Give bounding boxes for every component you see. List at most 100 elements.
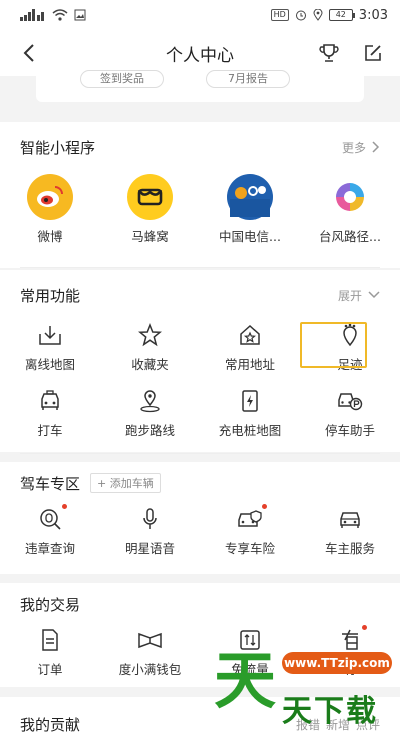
function-label: 打车: [37, 423, 63, 438]
offline-map-icon: [37, 322, 63, 348]
top-card-panel: 签到奖品 7月报告: [36, 70, 364, 102]
mini-program-label: 台风路径...: [319, 229, 381, 244]
mini-program-weibo[interactable]: 微博: [0, 174, 100, 245]
function-label: 跑步路线: [124, 423, 175, 438]
image-notification-icon: [74, 9, 86, 21]
china-telecom-icon: [227, 174, 273, 220]
mafengwo-icon: [127, 174, 173, 220]
mini-program-typhoon[interactable]: 台风路径...: [300, 174, 400, 245]
mini-programs-grid: 微博 马蜂窝 中国电信... 台风路径...: [0, 174, 400, 245]
drive-grid: 违章查询 明星语音 专享车险 车主服务: [0, 504, 400, 557]
signal-icon: [20, 9, 44, 21]
navigation-bar: 个人中心: [0, 30, 400, 76]
monthly-report-pill[interactable]: 7月报告: [206, 70, 290, 88]
order-icon: [37, 627, 63, 653]
sign-in-reward-pill[interactable]: 签到奖品: [80, 70, 164, 88]
drive-label: 专享车险: [224, 541, 275, 556]
common-row-2: 打车 跑步路线 充电桩地图 停车助手: [0, 388, 400, 439]
my-trades-header: 我的交易: [20, 593, 380, 615]
star-voice-button[interactable]: 明星语音: [100, 506, 200, 557]
status-bar: HD 42 3:03: [0, 0, 400, 30]
function-label: 常用地址: [224, 357, 275, 372]
drive-label: 违章查询: [24, 541, 75, 556]
section-divider: [20, 267, 380, 268]
section-divider: [20, 453, 380, 454]
drive-label: 车主服务: [324, 541, 375, 556]
mini-program-mafengwo[interactable]: 马蜂窝: [100, 174, 200, 245]
car-insurance-button[interactable]: 专享车险: [200, 504, 300, 557]
common-functions-title: 常用功能: [20, 286, 81, 305]
parking-car-icon: [337, 388, 363, 414]
taxi-icon: [37, 388, 63, 414]
watermark-overlay: 天 www.TTzip.com 天下载: [204, 640, 400, 733]
mini-program-label: 微博: [37, 229, 63, 244]
common-functions-header: 常用功能 展开: [20, 284, 380, 306]
microphone-icon: [137, 506, 163, 532]
wallet-icon: [137, 627, 163, 653]
edit-button[interactable]: [360, 38, 386, 68]
mini-programs-section: 智能小程序 更多 微博 马蜂窝 中国电信... 台风路径...: [0, 122, 400, 268]
trade-label: 度小满钱包: [118, 662, 182, 677]
charging-map-button[interactable]: 充电桩地图: [200, 388, 300, 439]
weibo-icon: [27, 174, 73, 220]
top-card: 签到奖品 7月报告: [0, 70, 400, 108]
my-trades-title: 我的交易: [20, 595, 81, 614]
car-insurance-icon: [237, 504, 267, 532]
drive-label: 明星语音: [124, 541, 175, 556]
battery-icon: 42: [328, 9, 355, 21]
footprint-highlight-box: [300, 322, 367, 368]
expand-button[interactable]: 展开: [338, 287, 380, 304]
more-label: 更多: [341, 140, 366, 155]
expand-label: 展开: [337, 288, 362, 303]
drive-zone-title: 驾车专区: [20, 474, 81, 493]
wallet-button[interactable]: 度小满钱包: [100, 627, 200, 678]
charging-icon: [237, 388, 263, 414]
drive-zone-section: 驾车专区 + 添加车辆 违章查询 明星语音 专享车险 车主服务: [0, 453, 400, 574]
hd-badge: HD: [270, 9, 289, 21]
function-label: 停车助手: [324, 423, 375, 438]
notification-dot: [362, 625, 367, 630]
status-left: [20, 9, 86, 21]
run-route-icon: [137, 388, 163, 414]
trophy-button[interactable]: [316, 38, 342, 68]
function-label: 充电桩地图: [218, 423, 282, 438]
order-button[interactable]: 订单: [0, 627, 100, 678]
notification-dot: [62, 504, 67, 509]
typhoon-icon: [327, 174, 373, 220]
back-button[interactable]: [14, 38, 44, 68]
mini-programs-title: 智能小程序: [20, 138, 96, 157]
more-button[interactable]: 更多: [342, 139, 380, 156]
add-car-button[interactable]: + 添加车辆: [90, 473, 161, 493]
watermark-url: www.TTzip.com: [282, 652, 392, 674]
back-arrow-icon: [23, 44, 34, 62]
watermark-text: 天下载: [282, 694, 378, 729]
violation-icon: [37, 504, 67, 532]
trophy-icon: [319, 44, 339, 62]
chevron-down-icon: [368, 291, 380, 299]
drive-zone-header: 驾车专区 + 添加车辆: [20, 472, 380, 494]
status-right: HD 42 3:03: [270, 8, 388, 23]
run-route-button[interactable]: 跑步路线: [100, 388, 200, 439]
offline-map-button[interactable]: 离线地图: [0, 322, 100, 373]
common-address-button[interactable]: 常用地址: [200, 322, 300, 373]
home-star-icon: [237, 322, 263, 348]
mini-program-label: 中国电信...: [219, 229, 281, 244]
car-owner-service-button[interactable]: 车主服务: [300, 506, 400, 557]
mini-program-china-telecom[interactable]: 中国电信...: [200, 174, 300, 245]
function-label: 离线地图: [24, 357, 75, 372]
parking-assistant-button[interactable]: 停车助手: [300, 388, 400, 439]
nav-actions: [316, 38, 386, 68]
chevron-right-icon: [372, 141, 380, 153]
edit-icon: [365, 45, 381, 61]
mini-program-label: 马蜂窝: [131, 229, 169, 244]
favorites-button[interactable]: 收藏夹: [100, 322, 200, 373]
taxi-button[interactable]: 打车: [0, 388, 100, 439]
mini-programs-header: 智能小程序 更多: [20, 136, 380, 158]
alarm-icon: [295, 10, 306, 21]
trade-label: 订单: [37, 662, 63, 677]
wifi-icon: [52, 9, 68, 21]
violation-query-button[interactable]: 违章查询: [0, 504, 100, 557]
page-title: 个人中心: [166, 45, 234, 66]
notification-dot: [262, 504, 267, 509]
location-icon: [313, 9, 323, 21]
